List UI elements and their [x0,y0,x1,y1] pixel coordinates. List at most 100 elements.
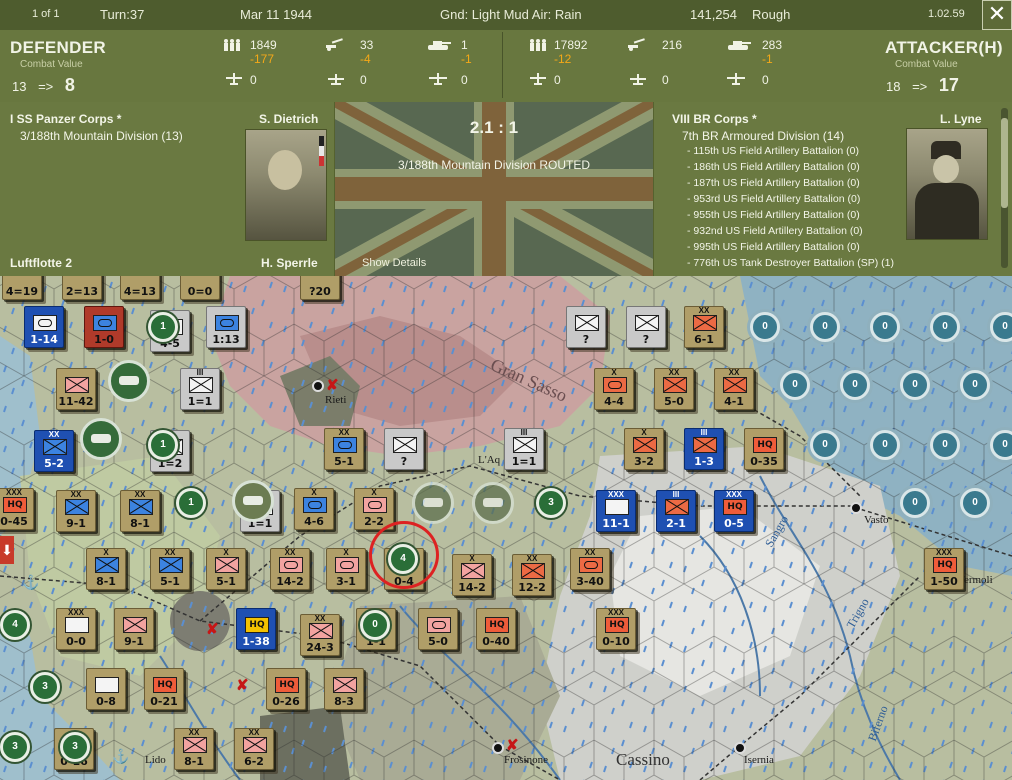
unit-counter[interactable]: 11-42 [56,368,96,410]
air-unit-marker[interactable]: 0 [360,610,390,640]
air-unit-marker[interactable]: 3 [60,732,90,762]
unit-counter[interactable]: III 1-3 [684,428,724,470]
air-unit-marker[interactable]: 3 [536,488,566,518]
unit-counter[interactable]: HQ 0-35 [744,428,784,470]
armor-marker-icon[interactable] [232,480,274,522]
unit-counter[interactable]: ? [384,428,424,470]
unit-counter[interactable]: 9-1 [114,608,154,650]
unit-counter[interactable]: X 3-2 [624,428,664,470]
unit-counter[interactable]: 1-0 [84,306,124,348]
unit-counter[interactable]: XXX 0-0 [56,608,96,650]
unit-counter[interactable]: 0=0 [180,276,220,300]
strategic-map[interactable]: Gran Sasso Sangro Trigno Biferno Cassino… [0,276,1012,780]
air-unit-marker[interactable]: 1 [148,312,178,342]
naval-unit-marker[interactable]: 0 [810,312,840,342]
town-lido: Lido [145,754,166,766]
unit-counter[interactable]: X 8-1 [86,548,126,590]
air-unit-marker[interactable]: 4 [0,610,30,640]
unit-counter[interactable]: XX 5-0 [654,368,694,410]
unit-counter[interactable]: XX 8-1 [174,728,214,770]
air-unit-marker[interactable]: 3 [0,732,30,762]
unit-counter[interactable]: HQ 0-21 [144,668,184,710]
unit-counter[interactable]: XX 24-3 [300,614,340,656]
armor-marker-icon[interactable] [108,360,150,402]
unit-counter[interactable]: 8-3 [324,668,364,710]
scrollbar-thumb[interactable] [1001,118,1008,208]
unit-counter[interactable]: X 3-1 [326,548,366,590]
naval-unit-marker[interactable]: 0 [750,312,780,342]
naval-unit-marker[interactable]: 0 [960,370,990,400]
unit-counter[interactable]: XX 14-2 [270,548,310,590]
attacker-unit-item: - 776th US Tank Destroyer Battalion (SP)… [687,257,894,269]
attacker-unit-item: - 186th US Field Artillery Battalion (0) [687,161,860,173]
armor-marker-icon[interactable] [472,482,514,524]
unit-counter[interactable]: 2=13 [62,276,102,300]
defender-tanks: 1 [461,38,468,52]
unit-counter[interactable]: 5-0 [418,608,458,650]
unit-counter[interactable]: HQ 0-40 [476,608,516,650]
naval-unit-marker[interactable]: 0 [870,430,900,460]
unit-counter[interactable]: 4=13 [120,276,160,300]
unit-counter[interactable]: XX 5-2 [34,430,74,472]
unit-counter[interactable]: XXX HQ 0-45 [0,488,34,530]
unit-counter[interactable]: XXX HQ 0-5 [714,490,754,532]
unit-counter[interactable]: XX 5-1 [150,548,190,590]
unit-counter[interactable]: XX 4-1 [714,368,754,410]
unit-counter[interactable]: XX 5-1 [324,428,364,470]
unit-counter[interactable]: III 1=1 [504,428,544,470]
unit-counter[interactable]: X 4-6 [294,488,334,530]
naval-unit-marker[interactable]: 0 [870,312,900,342]
version-label: 1.02.59 [928,8,965,20]
defender-leader2-label: H. Sperrle [261,256,318,270]
air-unit-marker[interactable]: 1 [148,430,178,460]
close-button[interactable]: ✕ [982,0,1012,30]
unit-counter[interactable]: 0-8 [86,668,126,710]
unit-counter[interactable]: III 2-1 [656,490,696,532]
unit-counter[interactable]: XX 12-2 [512,554,552,596]
unit-counter[interactable]: 1-14 [24,306,64,348]
attacker-cv-arrow: => [912,79,928,94]
naval-unit-marker[interactable]: 0 [900,488,930,518]
show-details-link[interactable]: Show Details [362,257,426,269]
unit-counter[interactable]: ? [566,306,606,348]
unit-counter[interactable]: III 1=1 [180,368,220,410]
unit-counter[interactable]: X 4-4 [594,368,634,410]
air-unit-marker[interactable]: 3 [30,672,60,702]
attacker-cv-row: 18 => 17 [886,75,959,96]
naval-unit-marker[interactable]: 0 [930,312,960,342]
attacker-info-column: VIII BR Corps * L. Lyne 7th BR Armoured … [654,102,1012,276]
unit-counter[interactable]: XX 6-1 [684,306,724,348]
scroll-left-arrow-icon[interactable]: ⬇ [0,536,14,564]
air-unit-marker[interactable]: 1 [176,488,206,518]
naval-unit-marker[interactable]: 0 [900,370,930,400]
unit-counter[interactable]: HQ 0-26 [266,668,306,710]
unit-counter[interactable]: XX 6-2 [234,728,274,770]
naval-unit-marker[interactable]: 0 [990,430,1012,460]
naval-unit-marker[interactable]: 0 [810,430,840,460]
attacker-cv-from: 18 [886,79,901,94]
armor-marker-icon[interactable] [412,482,454,524]
unit-counter[interactable]: X 5-1 [206,548,246,590]
unit-counter[interactable]: ? [626,306,666,348]
unit-counter[interactable]: XXX 11-1 [596,490,636,532]
unit-counter[interactable]: 1:13 [206,306,246,348]
unit-counter[interactable]: X 14-2 [452,554,492,596]
naval-unit-marker[interactable]: 0 [960,488,990,518]
unit-counter[interactable]: XX 9-1 [56,490,96,532]
naval-unit-marker[interactable]: 0 [930,430,960,460]
naval-unit-marker[interactable]: 0 [840,370,870,400]
town-frosinone: Frosinone [504,754,548,766]
attacker-cv-label: Combat Value [895,59,958,70]
unit-counter[interactable]: XXX HQ 1-50 [924,548,964,590]
unit-counter[interactable]: XX 8-1 [120,490,160,532]
unit-list-scrollbar[interactable] [1001,108,1008,268]
unit-counter[interactable]: ?20 [300,276,340,300]
armor-marker-icon[interactable] [80,418,122,460]
unit-counter[interactable]: XX 3-40 [570,548,610,590]
unit-counter[interactable]: 4=19 [2,276,42,300]
unit-counter[interactable]: XXX HQ 0-10 [596,608,636,650]
defender-men-stat: 1849 -177 [250,38,277,66]
naval-unit-marker[interactable]: 0 [990,312,1012,342]
unit-counter[interactable]: HQ 1-38 [236,608,276,650]
naval-unit-marker[interactable]: 0 [780,370,810,400]
